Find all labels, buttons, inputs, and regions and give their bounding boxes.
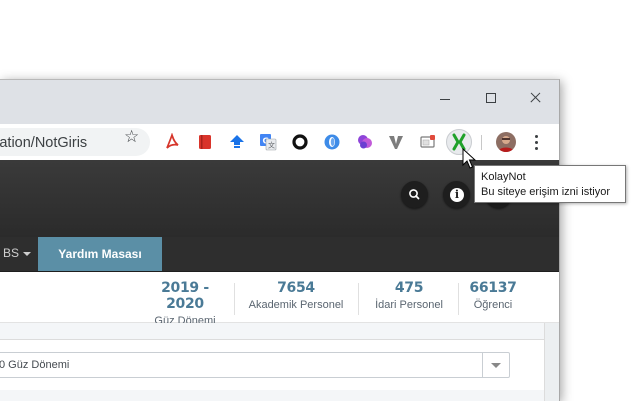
browser-window: aluation/NotGiris ☆ G文 (0, 79, 560, 401)
nav-item-bs-label: BS (3, 246, 20, 260)
maximize-button[interactable] (478, 86, 504, 110)
content-area: 0 Güz Dönemi (0, 323, 559, 401)
chevron-down-icon[interactable] (482, 353, 509, 377)
translate-icon[interactable]: G文 (259, 133, 277, 151)
stat-divider (234, 283, 235, 315)
stat-divider (358, 283, 359, 315)
red-book-icon[interactable] (196, 133, 214, 151)
bookmark-star-icon[interactable]: ☆ (124, 127, 139, 147)
page-scrollbar[interactable] (544, 323, 559, 401)
stat-value: 2019 - 2020 (161, 280, 209, 312)
filter-panel: 0 Güz Dönemi (0, 339, 544, 390)
main-nav: BS Yardım Masası (0, 237, 559, 272)
stat-academic-staff: 7654 Akademik Personel (240, 280, 352, 311)
tooltip-text: Bu siteye erişim izni istiyor (481, 186, 610, 198)
stat-value: 66137 (469, 280, 517, 296)
url-text[interactable]: aluation/NotGiris (0, 135, 87, 151)
stat-admin-staff: 475 İdari Personel (362, 280, 456, 311)
stat-value: 475 (394, 280, 424, 296)
term-select-value: 0 Güz Dönemi (0, 359, 70, 371)
minimize-button[interactable] (432, 86, 458, 110)
browser-menu-icon[interactable] (526, 130, 546, 154)
stats-bar: 2019 - 2020 Güz Dönemi 7654 Akademik Per… (0, 272, 559, 327)
tooltip-title: KolayNot (481, 171, 526, 183)
title-bar (0, 80, 559, 124)
vee-icon[interactable] (387, 133, 405, 151)
stat-divider (458, 283, 459, 315)
opera-icon[interactable] (323, 133, 341, 151)
profile-avatar[interactable] (496, 132, 516, 152)
close-window-button[interactable] (523, 86, 549, 110)
stat-students: 66137 Öğrenci (462, 280, 524, 311)
chevron-down-icon (23, 251, 32, 256)
stat-term: 2019 - 2020 Güz Dönemi (140, 280, 230, 327)
term-select[interactable]: 0 Güz Dönemi (0, 352, 510, 378)
info-button[interactable]: i (443, 181, 470, 208)
purple-flower-icon[interactable] (356, 133, 374, 151)
extension-tooltip: KolayNot Bu siteye erişim izni istiyor (474, 165, 626, 203)
blue-upload-icon[interactable] (228, 133, 246, 151)
svg-text:文: 文 (268, 141, 275, 150)
nav-item-bs[interactable]: BS (3, 246, 32, 260)
search-button[interactable] (401, 181, 428, 208)
nav-item-help-desk[interactable]: Yardım Masası (38, 237, 162, 271)
stat-value: 7654 (277, 280, 315, 296)
stat-label: Akademik Personel (248, 299, 344, 311)
card-icon[interactable] (419, 133, 437, 151)
mouse-cursor-icon (462, 148, 476, 169)
pdf-icon[interactable] (163, 132, 181, 151)
stat-label: İdari Personel (375, 299, 443, 311)
ring-icon[interactable] (291, 133, 309, 151)
info-icon: i (450, 188, 464, 202)
stat-label: Öğrenci (473, 299, 513, 311)
toolbar-separator (481, 135, 482, 150)
